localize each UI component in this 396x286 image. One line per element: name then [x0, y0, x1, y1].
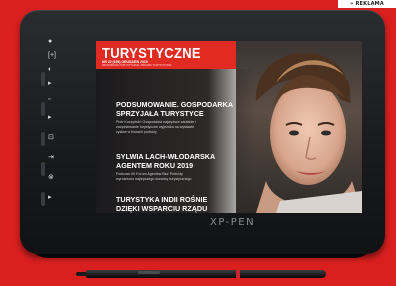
pen-side-button[interactable] [138, 271, 160, 274]
headline-line: SPRZYJAŁA TURYSTYCE [116, 109, 204, 118]
hotkey-tab-icon[interactable]: ⇥ [48, 154, 54, 162]
article-summary: Podczas VII Forum Agentów Biur Podróży w… [116, 172, 192, 182]
hotkey-zoom-icon[interactable]: [+] [48, 52, 56, 60]
headline-line: AGENTEM ROKU 2019 [116, 161, 194, 170]
hotkey-cancel-icon[interactable]: ⊗ [48, 174, 54, 182]
power-indicator-icon: ● [48, 38, 53, 45]
pen-accent-ring [236, 270, 240, 278]
advertisement-badge: » REKLAMA [338, 0, 396, 8]
masthead-bar: TURYSTYCZNE NR 22 (636) GRUDZIEŃ 2019 WI… [96, 41, 236, 69]
brand-logo: XP-PEN [210, 217, 256, 228]
side-button[interactable] [41, 102, 45, 116]
hotkey-arrow-icon[interactable]: ▸ [48, 194, 52, 202]
hotkey-screen-icon[interactable]: ⊡ [48, 134, 54, 142]
stylus-pen[interactable] [86, 270, 326, 278]
side-button[interactable] [41, 162, 45, 176]
article-headline[interactable]: SYLWIA LACH-WŁODARSKA AGENTEM ROKU 2019 [116, 152, 215, 170]
magazine-tagline: WIADOMOŚCI TURYSTYCZNE • BRANŻA TURYSTYC… [102, 64, 172, 67]
article-headline[interactable]: PODSUMOWANIE. GOSPODARKA SPRZYJAŁA TURYS… [116, 100, 233, 118]
hotkey-contrast-icon[interactable]: ◐ [48, 66, 52, 74]
article-summary: Piotr Kuczyński: Gospodarka najwyższe za… [116, 120, 196, 135]
summary-line: zyskiw w biurach podróży [116, 130, 157, 134]
hotkey-arrow-icon[interactable]: ▸ [48, 114, 52, 122]
tablet-screen[interactable]: TURYSTYCZNE NR 22 (636) GRUDZIEŃ 2019 WI… [96, 41, 362, 213]
headline-line: PODSUMOWANIE. GOSPODARKA [116, 100, 234, 109]
side-button[interactable] [41, 192, 45, 206]
article-headline[interactable]: TURYSTYKA INDII ROŚNIE DZIĘKI WSPARCIU R… [116, 195, 207, 213]
summary-line: wyróżniono najlepszego doradcę turystycz… [116, 177, 192, 181]
headline-line: DZIĘKI WSPARCIU RZĄDU [116, 204, 208, 213]
side-button[interactable] [41, 132, 45, 146]
hotkey-arrow-icon[interactable]: ▸ [48, 80, 52, 88]
side-button[interactable] [41, 72, 45, 86]
magazine-title: TURYSTYCZNE [102, 44, 201, 62]
cover-text-panel [96, 69, 256, 213]
hotkey-minus-icon[interactable]: ▫ [48, 96, 50, 104]
headline-line: TURYSTYKA INDII ROŚNIE [116, 195, 208, 204]
headline-line: SYLWIA LACH-WŁODARSKA [116, 152, 216, 161]
